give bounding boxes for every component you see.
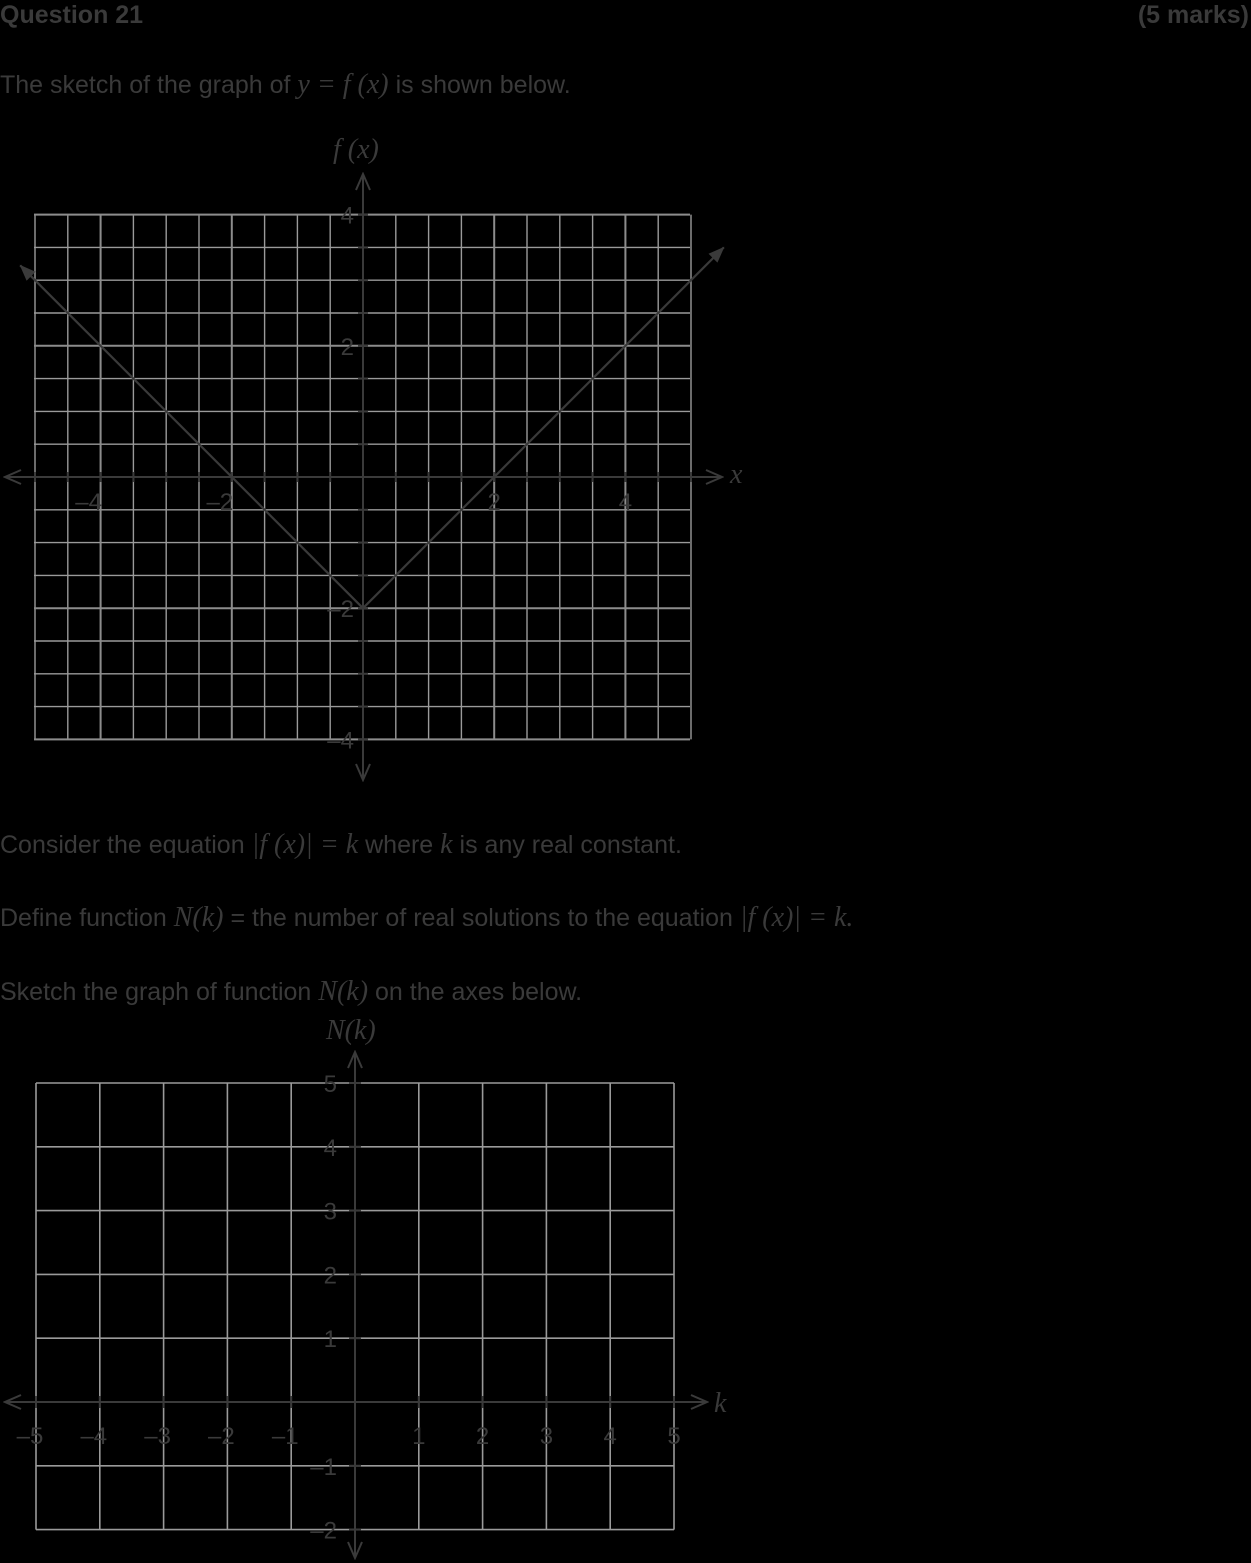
y-tick-label: 2 — [324, 1262, 337, 1289]
graph-f-axes — [5, 174, 722, 780]
x-tick-label: –2 — [206, 489, 233, 516]
y-tick-label: 2 — [341, 334, 354, 361]
x-tick-label: 4 — [604, 1423, 617, 1450]
y-tick-label: 5 — [324, 1071, 337, 1098]
y-tick-label: 1 — [324, 1326, 337, 1353]
graph-n-labels: –5 –4 –3 –2 –1 1 2 3 4 5 5 4 3 2 1 –1 –2 — [17, 1071, 681, 1545]
graph-f-x-axis-label: x — [730, 459, 743, 490]
curve-left-branch — [19, 264, 364, 609]
y-tick-label: –2 — [327, 596, 354, 623]
x-tick-label: 1 — [412, 1423, 425, 1450]
curve-right-branch — [362, 246, 725, 609]
graph-n-axes — [5, 1052, 707, 1558]
y-tick-label: 4 — [341, 203, 354, 230]
y-tick-label: 4 — [324, 1135, 337, 1162]
x-tick-label: –2 — [208, 1423, 235, 1450]
graph-n-x-axis-label: k — [714, 1388, 727, 1419]
y-tick-label: –4 — [327, 727, 354, 754]
x-tick-label: –1 — [272, 1423, 299, 1450]
x-tick-label: 3 — [540, 1423, 553, 1450]
x-tick-label: 2 — [488, 489, 501, 516]
graph-f-labels: –4 –2 2 4 4 2 –2 –4 — [75, 203, 632, 755]
consider-text: Consider the equation |f (x)| = k where … — [0, 829, 682, 860]
y-tick-label: 3 — [324, 1199, 337, 1226]
x-tick-label: –5 — [17, 1423, 44, 1450]
graph-f: –4 –2 2 4 4 2 –2 –4 –5 –4 –3 –2 –1 1 2 3 4 5 5 4 3 2 1 –1 –2 — [0, 0, 725, 1563]
graph-f-y-axis-label: f (x) — [333, 134, 379, 165]
x-tick-label: 5 — [667, 1423, 680, 1450]
x-tick-label: –4 — [80, 1423, 107, 1450]
x-tick-label: 4 — [619, 489, 632, 516]
graph-f-curve — [19, 246, 725, 609]
x-tick-label: –4 — [75, 489, 102, 516]
sketch-text: Sketch the graph of function N(k) on the… — [0, 976, 583, 1007]
x-tick-label: 2 — [476, 1423, 489, 1450]
y-tick-label: –2 — [310, 1518, 337, 1545]
y-tick-label: –1 — [310, 1454, 337, 1481]
x-tick-label: –3 — [144, 1423, 171, 1450]
define-text: Define function N(k) = the number of rea… — [0, 902, 854, 933]
graph-n-y-axis-label: N(k) — [326, 1015, 376, 1046]
